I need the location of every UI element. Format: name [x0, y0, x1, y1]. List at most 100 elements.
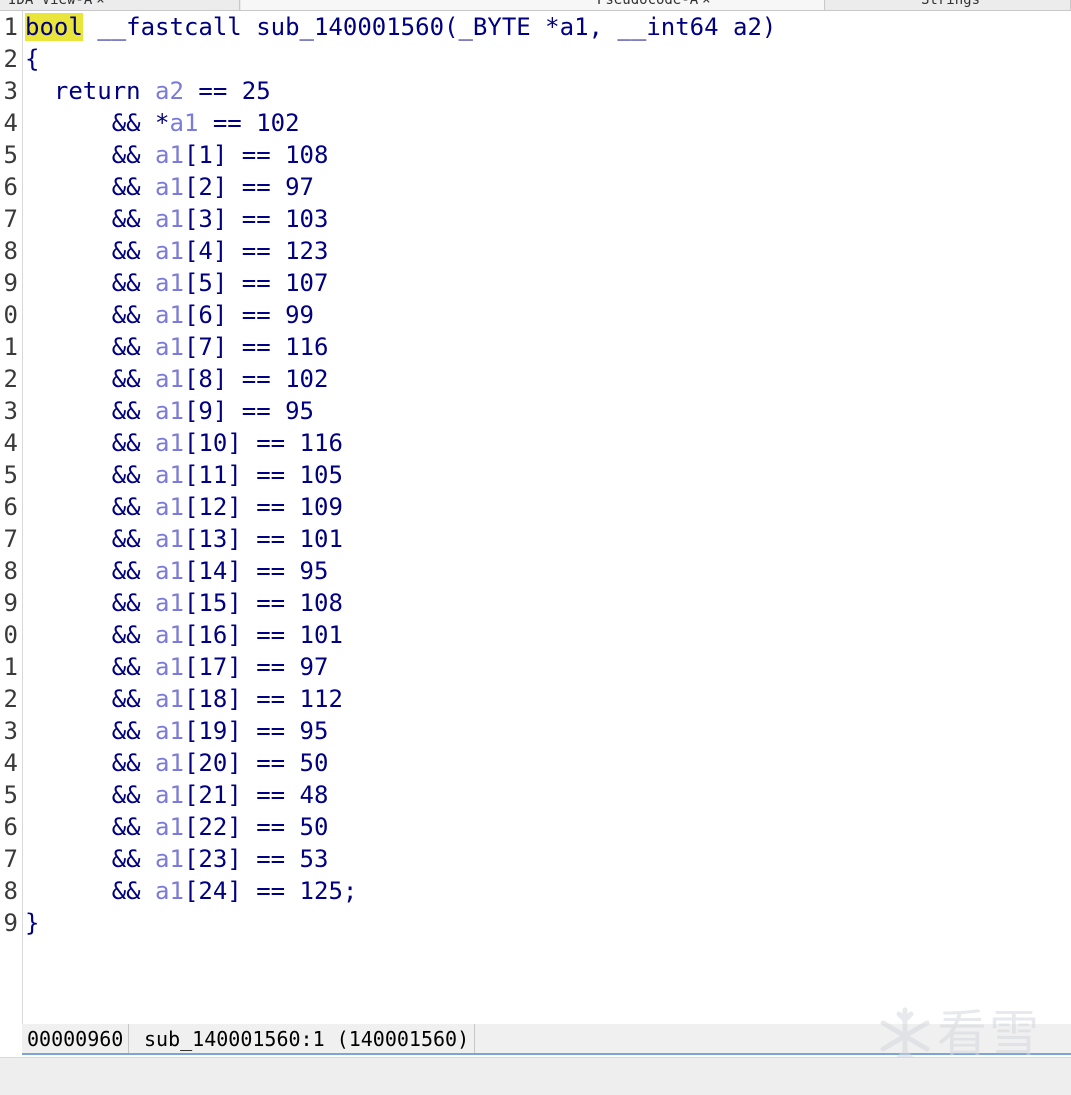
equality-operator: ==: [241, 653, 300, 681]
variable-a2: a2: [155, 77, 184, 105]
line-number: 2: [3, 365, 18, 393]
tab-strings[interactable]: Strings: [826, 0, 1071, 10]
close-icon[interactable]: ×: [96, 0, 104, 8]
equality-operator: ==: [227, 237, 286, 265]
code-line-return[interactable]: return a2 == 25: [25, 75, 271, 107]
variable-a1: a1: [155, 621, 184, 649]
equality-operator: ==: [241, 557, 300, 585]
code-line-check-6[interactable]: && a1[6] == 99: [25, 299, 314, 331]
variable-a1: a1: [155, 749, 184, 777]
array-index: [7]: [183, 333, 228, 361]
code-line-check-9[interactable]: && a1[9] == 95: [25, 395, 314, 427]
code-line-open-brace[interactable]: {: [25, 43, 39, 75]
line-number: 7: [3, 845, 18, 873]
code-line-check-14[interactable]: && a1[14] == 95: [25, 555, 329, 587]
check-prefix: &&: [25, 749, 156, 777]
equality-operator: ==: [241, 877, 300, 905]
line-number: 1: [3, 333, 18, 361]
check-prefix: &&: [25, 397, 156, 425]
code-line-check-18[interactable]: && a1[18] == 112: [25, 683, 343, 715]
equality-operator: ==: [227, 173, 286, 201]
line-number: 4: [3, 749, 18, 777]
array-index: [21]: [183, 781, 242, 809]
statement-terminator: ;: [342, 877, 358, 905]
variable-a1: a1: [155, 397, 184, 425]
compare-value: 103: [285, 205, 329, 233]
array-index: [11]: [183, 461, 242, 489]
line-number: 0: [3, 621, 18, 649]
code-line-close-brace[interactable]: }: [25, 907, 39, 939]
close-icon[interactable]: ×: [702, 0, 710, 8]
code-line-check-20[interactable]: && a1[20] == 50: [25, 747, 329, 779]
line-number: 8: [3, 237, 18, 265]
line-number: 7: [3, 525, 18, 553]
compare-value: 108: [299, 589, 343, 617]
code-line-check-12[interactable]: && a1[12] == 109: [25, 491, 343, 523]
code-line-check-1[interactable]: && a1[1] == 108: [25, 139, 329, 171]
compare-value: 101: [299, 525, 343, 553]
compare-value: 112: [299, 685, 343, 713]
check-prefix: &&: [25, 589, 156, 617]
array-index: [6]: [183, 301, 228, 329]
code-line-check-11[interactable]: && a1[11] == 105: [25, 459, 343, 491]
status-location: sub_140001560:1 (140001560): [139, 1024, 476, 1053]
equality-operator: ==: [241, 525, 300, 553]
bottom-panel: [0, 1057, 1071, 1095]
array-index: [10]: [183, 429, 242, 457]
code-line-check-22[interactable]: && a1[22] == 50: [25, 811, 329, 843]
code-line-signature[interactable]: bool __fastcall sub_140001560(_BYTE *a1,…: [25, 11, 776, 43]
code-line-check-2[interactable]: && a1[2] == 97: [25, 171, 314, 203]
code-line-check-24[interactable]: && a1[24] == 125;: [25, 875, 358, 907]
tab-label: Pseudocode-A: [597, 0, 699, 8]
code-line-check-21[interactable]: && a1[21] == 48: [25, 779, 329, 811]
array-index: [18]: [183, 685, 242, 713]
variable-a1: a1: [155, 589, 184, 617]
compare-value: 50: [299, 749, 329, 777]
code-line-check-19[interactable]: && a1[19] == 95: [25, 715, 329, 747]
equality-operator: ==: [241, 461, 300, 489]
code-line-check-23[interactable]: && a1[23] == 53: [25, 843, 329, 875]
compare-value: 95: [285, 397, 315, 425]
tab-ida-view[interactable]: IDA View-A ×: [0, 0, 240, 10]
pseudocode-editor[interactable]: 12345678901234567890123456789 bool __fas…: [0, 11, 1071, 1024]
code-line-check-13[interactable]: && a1[13] == 101: [25, 523, 343, 555]
code-line-check-0[interactable]: && *a1 == 102: [25, 107, 300, 139]
compare-value: 95: [299, 717, 329, 745]
tab-label: IDA View-A: [8, 0, 93, 8]
signature-text: __fastcall sub_140001560(_BYTE *a1, __in…: [82, 13, 777, 41]
compare-value: 101: [299, 621, 343, 649]
check-prefix: &&: [25, 205, 156, 233]
code-line-check-3[interactable]: && a1[3] == 103: [25, 203, 329, 235]
array-index: [19]: [183, 717, 242, 745]
variable-a1: a1: [155, 429, 184, 457]
check-prefix: &&: [25, 845, 156, 873]
compare-value: 108: [285, 141, 329, 169]
check-prefix: &&: [25, 461, 156, 489]
return-suffix: == 25: [183, 77, 271, 105]
array-index: [3]: [183, 205, 228, 233]
code-line-check-8[interactable]: && a1[8] == 102: [25, 363, 329, 395]
line-number: 9: [3, 589, 18, 617]
code-line-check-5[interactable]: && a1[5] == 107: [25, 267, 329, 299]
check-prefix: &&: [25, 333, 156, 361]
array-index: [13]: [183, 525, 242, 553]
array-index: [1]: [183, 141, 228, 169]
line-number: 3: [3, 77, 18, 105]
status-address: 00000960: [22, 1024, 130, 1053]
tab-pseudocode[interactable]: Pseudocode-A ×: [241, 0, 825, 10]
array-index: [2]: [183, 173, 228, 201]
equality-operator: ==: [227, 205, 286, 233]
code-line-check-4[interactable]: && a1[4] == 123: [25, 235, 329, 267]
line-number: 5: [3, 141, 18, 169]
line-number: 7: [3, 205, 18, 233]
code-line-check-16[interactable]: && a1[16] == 101: [25, 619, 343, 651]
equality-operator: ==: [241, 749, 300, 777]
line-number: 2: [3, 685, 18, 713]
return-prefix: return: [25, 77, 156, 105]
code-line-check-10[interactable]: && a1[10] == 116: [25, 427, 343, 459]
array-index: [24]: [183, 877, 242, 905]
code-line-check-15[interactable]: && a1[15] == 108: [25, 587, 343, 619]
code-line-check-7[interactable]: && a1[7] == 116: [25, 331, 329, 363]
variable-a1: a1: [155, 845, 184, 873]
code-line-check-17[interactable]: && a1[17] == 97: [25, 651, 329, 683]
